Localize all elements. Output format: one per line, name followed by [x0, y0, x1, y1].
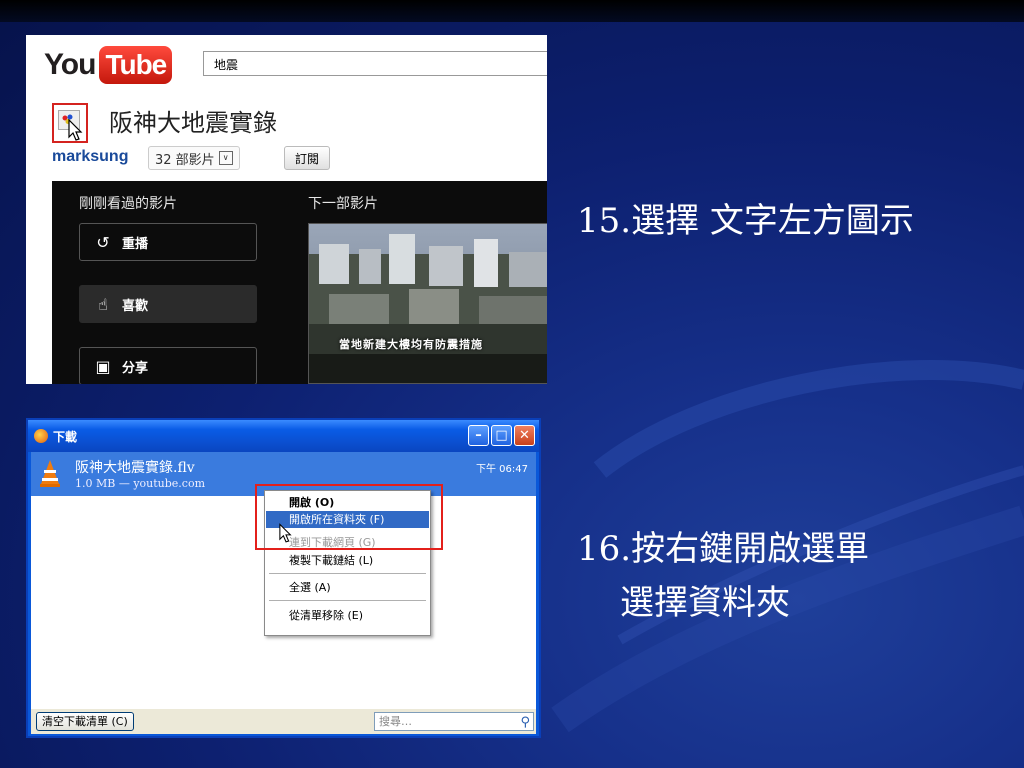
- city-scene-image: [309, 224, 547, 383]
- menu-separator: [269, 573, 426, 574]
- search-icon[interactable]: ⚲: [520, 714, 530, 731]
- search-input[interactable]: 地震: [203, 51, 547, 76]
- subscribe-button[interactable]: 訂閱: [284, 146, 331, 170]
- search-placeholder: 搜尋…: [379, 715, 412, 728]
- slide-top-band: [0, 0, 1024, 22]
- step-16-text-line1: 16.按右鍵開啟選單: [577, 529, 870, 569]
- replay-icon: ↺: [96, 232, 110, 252]
- vlc-icon: [40, 460, 60, 487]
- clear-list-button[interactable]: 清空下載清單 (C): [36, 712, 134, 731]
- mouse-cursor-icon: [68, 119, 83, 141]
- step-16-text-line2: 選擇資料夾: [620, 583, 790, 623]
- replay-label: 重播: [122, 236, 149, 252]
- end-screen-panel: 剛剛看過的影片 下一部影片 ↺ 重播 ☝ 喜歡 ▣ 分享 當地新建大樓均有防震措…: [52, 181, 547, 384]
- expand-icon: ∨: [218, 151, 233, 165]
- youtube-screenshot: You Tube 地震 阪神大地震實錄 marksung 32 部影片 ∨ 訂閱…: [26, 35, 547, 384]
- window-title: 下載: [53, 430, 78, 444]
- videos-count-label: 32 部影片: [155, 152, 215, 168]
- channel-icon-highlight[interactable]: [52, 103, 88, 143]
- like-label: 喜歡: [122, 298, 149, 314]
- window-titlebar[interactable]: 下載 – □ ✕: [28, 420, 539, 452]
- thumbs-up-icon: ☝: [98, 294, 108, 314]
- logo-you: You: [44, 48, 96, 81]
- search-field[interactable]: 搜尋… ⚲: [374, 712, 534, 731]
- share-button[interactable]: ▣ 分享: [79, 347, 257, 384]
- download-file-meta: 1.0 MB — youtube.com: [75, 477, 206, 490]
- minimize-button[interactable]: –: [468, 425, 489, 446]
- menu-highlight-box: [255, 484, 443, 550]
- channel-username[interactable]: marksung: [52, 148, 128, 166]
- recently-watched-label: 剛剛看過的影片: [79, 196, 177, 212]
- videos-count-dropdown[interactable]: 32 部影片 ∨: [148, 146, 240, 170]
- menu-separator: [269, 600, 426, 601]
- menu-item-remove[interactable]: 從清單移除 (E): [266, 607, 429, 624]
- downloads-footer: 清空下載清單 (C) 搜尋… ⚲: [31, 709, 536, 734]
- firefox-icon: [34, 429, 48, 443]
- step-15-text: 15.選擇 文字左方圖示: [577, 201, 914, 241]
- maximize-button[interactable]: □: [491, 425, 512, 446]
- next-video-label: 下一部影片: [308, 196, 378, 212]
- close-button[interactable]: ✕: [514, 425, 535, 446]
- share-label: 分享: [122, 360, 149, 376]
- next-video-thumbnail[interactable]: 當地新建大樓均有防震措施: [308, 223, 547, 384]
- menu-item-copy-link[interactable]: 複製下載鏈結 (L): [266, 552, 429, 569]
- channel-title: 阪神大地震實錄: [109, 109, 277, 137]
- logo-tube: Tube: [99, 46, 173, 84]
- share-icon: ▣: [95, 356, 111, 376]
- replay-button[interactable]: ↺ 重播: [79, 223, 257, 261]
- downloads-window: 下載 – □ ✕ 阪神大地震實錄.flv 1.0 MB — youtube.co…: [26, 418, 541, 738]
- menu-item-select-all[interactable]: 全選 (A): [266, 579, 429, 596]
- youtube-logo[interactable]: You Tube: [44, 45, 173, 85]
- download-time: 下午 06:47: [476, 464, 528, 475]
- download-file-name: 阪神大地震實錄.flv: [75, 460, 195, 476]
- like-button[interactable]: ☝ 喜歡: [79, 285, 257, 323]
- video-subtitle: 當地新建大樓均有防震措施: [339, 338, 483, 351]
